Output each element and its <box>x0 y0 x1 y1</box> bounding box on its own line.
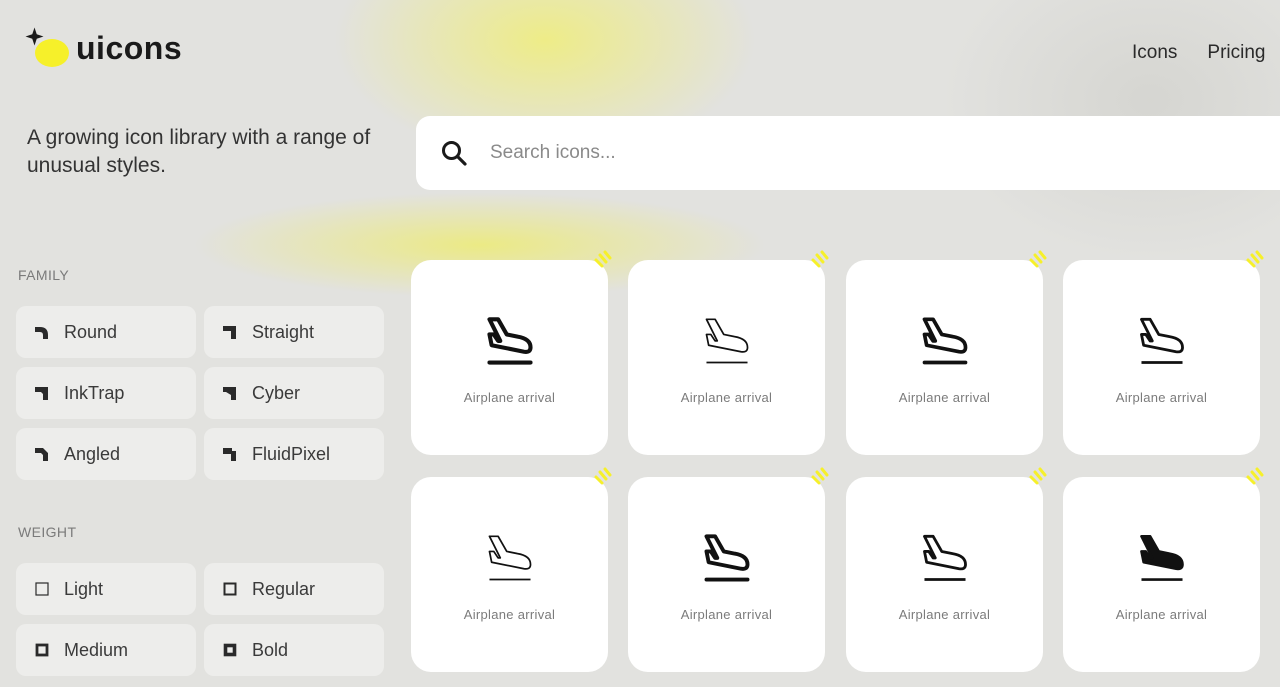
square-medium-icon <box>35 643 49 657</box>
icon-card[interactable]: Airplane arrival <box>1063 467 1264 672</box>
family-label: FAMILY <box>18 267 70 283</box>
airplane-arrival-icon <box>1140 535 1184 581</box>
icon-card-label: Airplane arrival <box>463 390 556 405</box>
icon-card[interactable]: Airplane arrival <box>628 250 829 455</box>
new-sparkle-icon <box>811 467 829 485</box>
icon-card[interactable]: Airplane arrival <box>846 250 1047 455</box>
icon-card-label: Airplane arrival <box>1115 390 1208 405</box>
airplane-arrival-icon <box>922 317 968 365</box>
icon-card[interactable]: Airplane arrival <box>628 467 829 672</box>
weight-chip-light[interactable]: Light <box>16 563 196 615</box>
icon-card-label: Airplane arrival <box>1115 607 1208 622</box>
corner-straight-icon <box>223 326 236 339</box>
chip-label: Medium <box>64 639 129 660</box>
top-nav: Icons Pricing <box>1132 42 1266 64</box>
icon-card[interactable]: Airplane arrival <box>411 250 612 455</box>
airplane-arrival-icon <box>488 535 532 581</box>
chip-label: Angled <box>64 443 121 464</box>
new-sparkle-icon <box>594 467 612 485</box>
logo[interactable]: uicons <box>24 24 182 72</box>
corner-inktrap-icon <box>35 387 48 400</box>
tagline: A growing icon library with a range of u… <box>27 126 371 177</box>
new-sparkle-icon <box>1246 467 1264 485</box>
airplane-arrival-icon <box>487 317 533 365</box>
logo-mark-icon <box>24 24 72 72</box>
icon-card[interactable]: Airplane arrival <box>1063 250 1264 455</box>
nav-pricing-link[interactable]: Pricing <box>1207 42 1265 64</box>
icon-card-label: Airplane arrival <box>898 390 991 405</box>
chip-label: Cyber <box>252 382 301 403</box>
weight-chip-bold[interactable]: Bold <box>204 624 384 676</box>
corner-fluidpixel-icon <box>223 448 236 461</box>
family-chip-inktrap[interactable]: InkTrap <box>16 367 196 419</box>
family-chip-round[interactable]: Round <box>16 306 196 358</box>
weight-chip-regular[interactable]: Regular <box>204 563 384 615</box>
family-chip-fluidpixel[interactable]: FluidPixel <box>204 428 384 480</box>
icon-card-label: Airplane arrival <box>898 607 991 622</box>
icon-card-label: Airplane arrival <box>680 607 773 622</box>
brand-name: uicons <box>76 29 183 66</box>
square-regular-icon <box>223 582 237 596</box>
family-chip-straight[interactable]: Straight <box>204 306 384 358</box>
icon-card[interactable]: Airplane arrival <box>411 467 612 672</box>
family-chip-angled[interactable]: Angled <box>16 428 196 480</box>
square-light-icon <box>35 582 49 596</box>
icon-card[interactable]: Airplane arrival <box>846 467 1047 672</box>
chip-label: Round <box>64 321 118 342</box>
new-sparkle-icon <box>594 250 612 268</box>
square-bold-icon <box>223 643 237 657</box>
chip-label: InkTrap <box>64 382 125 403</box>
corner-cyber-icon <box>223 387 236 400</box>
icon-card-label: Airplane arrival <box>463 607 556 622</box>
search-icon[interactable] <box>440 139 468 167</box>
corner-round-icon <box>35 327 48 339</box>
corner-angled-icon <box>35 448 48 461</box>
search-input[interactable] <box>488 141 1092 165</box>
new-sparkle-icon <box>811 250 829 268</box>
airplane-arrival-icon <box>923 534 967 581</box>
chip-label: Straight <box>252 321 315 342</box>
chip-label: FluidPixel <box>252 443 331 464</box>
new-sparkle-icon <box>1246 250 1264 268</box>
airplane-arrival-icon <box>1140 317 1184 364</box>
family-chip-cyber[interactable]: Cyber <box>204 367 384 419</box>
airplane-arrival-icon <box>704 534 750 582</box>
weight-chip-medium[interactable]: Medium <box>16 624 196 676</box>
icon-card-label: Airplane arrival <box>680 390 773 405</box>
chip-label: Light <box>64 578 104 599</box>
new-sparkle-icon <box>1029 250 1047 268</box>
chip-label: Bold <box>252 639 289 660</box>
weight-label: WEIGHT <box>18 524 77 540</box>
airplane-arrival-icon <box>705 318 749 364</box>
chip-label: Regular <box>252 578 316 599</box>
search-bar <box>416 116 1280 190</box>
new-sparkle-icon <box>1029 467 1047 485</box>
nav-icons-link[interactable]: Icons <box>1132 42 1177 64</box>
